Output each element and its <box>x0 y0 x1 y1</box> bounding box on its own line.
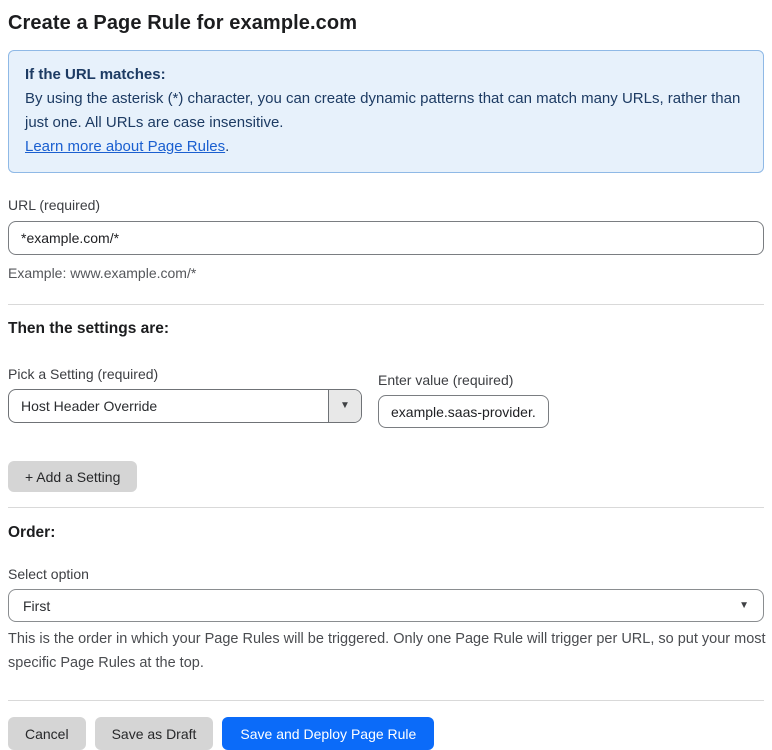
form-actions: Cancel Save as Draft Save and Deploy Pag… <box>8 717 764 750</box>
order-hint: This is the order in which your Page Rul… <box>8 631 766 671</box>
url-match-info-box: If the URL matches: By using the asteris… <box>8 50 764 173</box>
setting-value-label: Enter value (required) <box>378 372 514 388</box>
divider <box>8 700 764 701</box>
info-box-link-line: Learn more about Page Rules. <box>25 135 747 159</box>
url-input[interactable] <box>8 221 764 255</box>
setting-picker-column: Pick a Setting (required) Host Header Ov… <box>8 366 362 423</box>
setting-value-input[interactable] <box>378 395 549 428</box>
page-title: Create a Page Rule for example.com <box>8 12 358 34</box>
setting-value-column: Enter value (required) <box>378 372 549 428</box>
setting-select-arrow-button[interactable]: ▼ <box>328 390 361 422</box>
cancel-button[interactable]: Cancel <box>8 717 86 750</box>
order-select-label: Select option <box>8 566 89 582</box>
page-rule-form: Create a Page Rule for example.com If th… <box>0 12 772 750</box>
add-setting-button[interactable]: + Add a Setting <box>8 461 138 492</box>
learn-more-link[interactable]: Learn more about Page Rules <box>25 138 225 155</box>
setting-select[interactable]: Host Header Override ▼ <box>8 389 362 423</box>
setting-select-value: Host Header Override <box>21 398 158 414</box>
divider <box>8 507 764 508</box>
url-example-hint: Example: www.example.com/* <box>8 265 197 281</box>
chevron-down-icon: ▼ <box>739 599 749 611</box>
info-box-body: By using the asterisk (*) character, you… <box>25 90 741 131</box>
order-section-heading: Order: <box>8 524 56 541</box>
chevron-down-icon: ▼ <box>340 400 350 411</box>
link-suffix: . <box>225 138 230 155</box>
order-select[interactable]: First ▼ <box>8 589 764 622</box>
setting-picker-label: Pick a Setting (required) <box>8 366 159 382</box>
order-select-value: First <box>23 597 51 614</box>
settings-row: Pick a Setting (required) Host Header Ov… <box>8 366 764 428</box>
divider <box>8 304 764 305</box>
save-and-deploy-button[interactable]: Save and Deploy Page Rule <box>222 717 435 750</box>
settings-section-heading: Then the settings are: <box>8 320 170 337</box>
url-field-label: URL (required) <box>8 197 101 213</box>
save-as-draft-button[interactable]: Save as Draft <box>94 717 214 750</box>
info-box-heading: If the URL matches: <box>25 66 166 83</box>
